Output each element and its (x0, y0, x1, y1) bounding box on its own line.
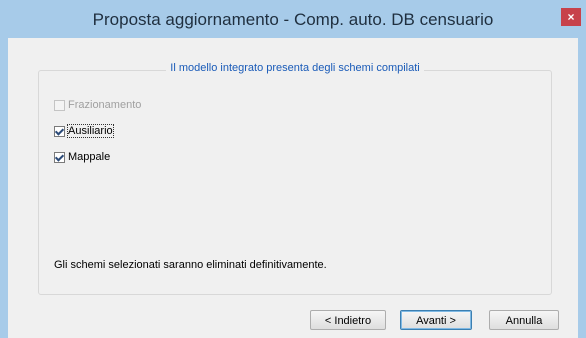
window-title: Proposta aggiornamento - Comp. auto. DB … (92, 10, 494, 29)
checkbox-ausiliario[interactable]: Ausiliario (54, 124, 114, 138)
checkbox-mappale[interactable]: Mappale (54, 150, 110, 164)
dialog-body: Il modello integrato presenta degli sche… (8, 38, 578, 338)
close-button[interactable]: × (561, 8, 581, 26)
checkbox-box[interactable] (54, 125, 65, 137)
checkbox-box (54, 99, 65, 111)
checkbox-frazionamento: Frazionamento (54, 98, 141, 112)
title-bar[interactable]: Proposta aggiornamento - Comp. auto. DB … (0, 0, 586, 38)
checkbox-label[interactable]: Mappale (68, 151, 110, 163)
group-legend: Il modello integrato presenta degli sche… (39, 62, 551, 74)
close-icon: × (567, 10, 575, 24)
cancel-button[interactable]: Annulla (489, 310, 559, 330)
next-button[interactable]: Avanti > (400, 310, 472, 330)
group-legend-text: Il modello integrato presenta degli sche… (166, 62, 424, 74)
checkbox-label: Frazionamento (68, 99, 142, 111)
dialog-window: Proposta aggiornamento - Comp. auto. DB … (0, 0, 586, 338)
info-text: Gli schemi selezionati saranno eliminati… (54, 259, 327, 271)
checkbox-box[interactable] (54, 151, 65, 163)
checkbox-label[interactable]: Ausiliario (67, 124, 114, 138)
back-button[interactable]: < Indietro (310, 310, 386, 330)
